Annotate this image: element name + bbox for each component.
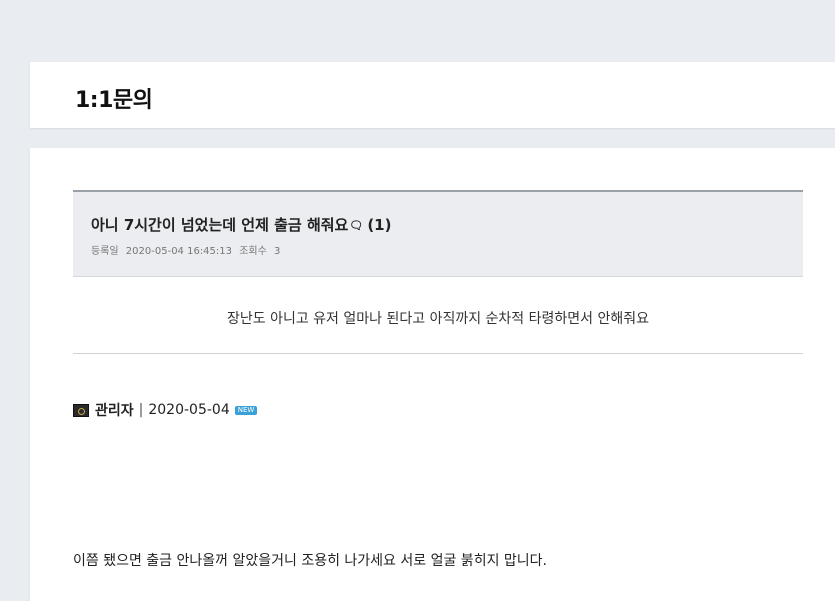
post-title-row: 아니 7시간이 넘었는데 언제 출금 해줘요🗨︎ (1) [91,214,391,235]
views-label: 조회수 [239,246,267,257]
reply-author: 관리자 [95,403,134,419]
post-title: 아니 7시간이 넘었는데 언제 출금 해줘요 [91,216,349,234]
post-meta: 등록일 2020-05-04 16:45:13 조회수 3 [91,242,284,257]
admin-avatar-icon [73,403,89,417]
post-date: 2020-05-04 16:45:13 [125,246,233,257]
reply-date: 2020-05-04 [148,402,230,418]
new-badge: NEW [234,405,258,415]
separator: | [138,402,144,418]
speech-bubble-icon: 🗨︎ [349,219,364,232]
divider [73,353,803,354]
inquiry-content-card: 아니 7시간이 넘었는데 언제 출금 해줘요🗨︎ (1) 등록일 2020-05-… [30,148,835,601]
reply-author-row: 관리자 | 2020-05-04 NEW [73,400,258,420]
page-title: 1:1문의 [75,88,153,113]
post-body: 장난도 아니고 유저 얼마나 된다고 아직까지 순차적 타령하면서 안해줘요 [227,311,649,327]
comment-count: (1) [367,216,392,234]
title-card: 1:1문의 [30,62,835,128]
post-header: 아니 7시간이 넘었는데 언제 출금 해줘요🗨︎ (1) 등록일 2020-05-… [73,190,803,277]
reply-body: 이쯤 됐으면 출금 안나올꺼 알았을거니 조용히 나가세요 서로 얼굴 붉히지 … [73,553,547,569]
views-count: 3 [274,246,281,257]
date-label: 등록일 [91,246,119,257]
page: 1:1문의 아니 7시간이 넘었는데 언제 출금 해줘요🗨︎ (1) 등록일 20… [0,0,835,601]
